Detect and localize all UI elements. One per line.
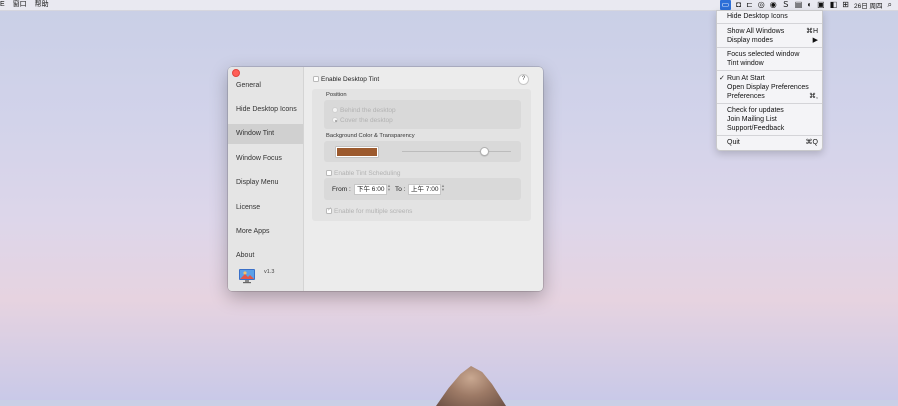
from-time-stepper[interactable]: ▲ ▼ (387, 184, 391, 192)
menu-separator (717, 135, 822, 136)
from-label: From : (332, 186, 351, 193)
menu-item-preferences[interactable]: Preferences ⌘, (727, 93, 818, 101)
window-tint-pane: Enable Desktop Tint ? Position Behind th… (304, 67, 543, 291)
wallpaper-mountain (436, 366, 506, 406)
chat-icon[interactable]: ◎ (758, 0, 765, 10)
menu-separator (717, 70, 822, 71)
checkmark-icon: ✓ (719, 75, 725, 82)
app-version: v1.3 (264, 269, 275, 275)
menu-item-hide-desktop-icons[interactable]: Hide Desktop Icons (727, 13, 818, 21)
menu-window[interactable]: 窗口 (13, 0, 27, 10)
cover-desktop-label: Cover the desktop (340, 117, 393, 124)
sidebar-item-window-tint[interactable]: Window Tint (228, 124, 303, 144)
menu-item-support-feedback[interactable]: Support/Feedback (727, 125, 818, 133)
message-icon[interactable]: ◉ (770, 0, 777, 10)
schedule-box: From : 下午 6:00 ▲ ▼ To : 上午 7:00 ▲ ▼ (324, 178, 521, 200)
menu-item-open-display-preferences[interactable]: Open Display Preferences (727, 84, 818, 92)
cover-desktop-radio[interactable] (332, 117, 338, 123)
status-menu-dropdown: Hide Desktop Icons Show All Windows ⌘H Di… (716, 10, 823, 151)
app-icon[interactable]: ▣ (817, 0, 825, 10)
to-time-field[interactable]: 上午 7:00 (408, 184, 442, 195)
menu-separator (717, 23, 822, 24)
position-box: Behind the desktop Cover the desktop (324, 100, 521, 129)
menu-item-tint-window[interactable]: Tint window (727, 60, 818, 68)
multiple-screens-checkbox[interactable] (326, 206, 332, 214)
menu-item-display-modes[interactable]: Display modes ▶ (727, 37, 818, 45)
behind-desktop-radio[interactable] (332, 107, 338, 113)
sidebar-item-more-apps[interactable]: More Apps (228, 222, 303, 242)
from-time-field[interactable]: 下午 6:00 (354, 184, 388, 195)
screen-record-icon[interactable]: ⊏ (746, 0, 753, 10)
menu-help[interactable]: 帮助 (35, 0, 49, 10)
menu-item-join-mailing-list[interactable]: Join Mailing List (727, 116, 818, 124)
tint-settings-panel: Position Behind the desktop Cover the de… (312, 89, 531, 221)
app-icon[interactable]: ◐ (807, 0, 812, 10)
sidebar-item-general[interactable]: General (228, 76, 303, 96)
help-button[interactable]: ? (518, 74, 529, 85)
monitor-icon[interactable]: ▭ (719, 0, 732, 10)
tint-color-well[interactable] (336, 147, 378, 157)
multiple-screens-label: Enable for multiple screens (334, 208, 413, 215)
transparency-slider-track[interactable] (402, 151, 511, 152)
bg-color-section-title: Background Color & Transparency (326, 133, 415, 139)
menu-separator (717, 47, 822, 48)
menu-item-check-for-updates[interactable]: Check for updates (727, 107, 818, 115)
sidebar-item-window-focus[interactable]: Window Focus (228, 149, 303, 169)
menu-bar-left: E 窗口 帮助 (0, 0, 49, 10)
enable-desktop-tint-label: Enable Desktop Tint (321, 76, 380, 83)
camera-icon[interactable]: ◘ (736, 0, 741, 10)
sidebar-item-license[interactable]: License (228, 198, 303, 218)
enable-desktop-tint-checkbox[interactable] (313, 76, 319, 82)
app-icon[interactable]: ⊞ (842, 0, 849, 10)
app-logo-icon (239, 269, 255, 284)
transparency-slider-knob[interactable] (480, 147, 490, 156)
menu-item-focus-selected-window[interactable]: Focus selected window (727, 51, 818, 59)
sidebar-item-display-menu[interactable]: Display Menu (228, 173, 303, 193)
bg-color-box (324, 141, 521, 162)
app-icon[interactable]: ▤ (795, 0, 803, 10)
sidebar-item-about[interactable]: About (228, 246, 303, 266)
sidebar-item-hide-desktop-icons[interactable]: Hide Desktop Icons (228, 100, 303, 120)
menu-clock[interactable]: 26日 周四 (854, 0, 883, 10)
position-section-title: Position (326, 92, 347, 98)
behind-desktop-label: Behind the desktop (340, 107, 396, 114)
menu-item-show-all-windows[interactable]: Show All Windows ⌘H (727, 28, 818, 36)
s-icon[interactable]: Ｓ (782, 0, 790, 10)
search-icon[interactable]: ⌕ (888, 0, 892, 10)
preferences-window: General Hide Desktop Icons Window Tint W… (228, 67, 543, 291)
menu-separator (717, 103, 822, 104)
menu-item-quit[interactable]: Quit ⌘Q (727, 139, 818, 147)
enable-tint-scheduling-checkbox[interactable] (326, 170, 332, 176)
preferences-sidebar: General Hide Desktop Icons Window Tint W… (228, 67, 304, 291)
menu-bar-right: ▭ ◘ ⊏ ◎ ◉ Ｓ ▤ ◐ ▣ ◧ ⊞ 26日 周四 ⌕ (719, 0, 892, 10)
to-time-stepper[interactable]: ▲ ▼ (441, 184, 445, 192)
app-icon[interactable]: ◧ (830, 0, 838, 10)
submenu-arrow-icon: ▶ (812, 37, 818, 44)
menu-edit[interactable]: E (0, 0, 5, 10)
menu-item-run-at-start[interactable]: ✓ Run At Start (719, 75, 818, 83)
to-label: To : (395, 186, 406, 193)
enable-tint-scheduling-label: Enable Tint Scheduling (334, 170, 401, 177)
